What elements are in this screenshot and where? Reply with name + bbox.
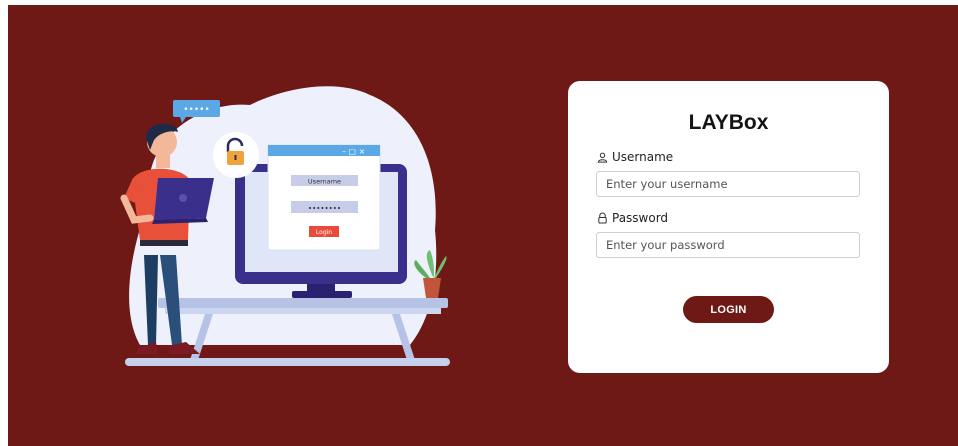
- user-icon: [597, 152, 608, 163]
- lock-outline-icon: [598, 212, 607, 224]
- app-title: LAYBox: [688, 111, 769, 134]
- floor-line: [125, 358, 450, 366]
- window-controls: – ▢ ×: [342, 147, 365, 156]
- password-label: Password: [612, 211, 669, 225]
- login-illustration: – ▢ × Username •••••••• Login •••••: [120, 86, 450, 366]
- username-input[interactable]: [596, 171, 860, 197]
- username-label: Username: [612, 150, 674, 164]
- username-label-row: Username: [597, 150, 673, 164]
- password-label-row: Password: [597, 211, 668, 225]
- speech-bubble-dots: •••••: [183, 105, 210, 115]
- desk-top: [158, 298, 448, 308]
- login-button[interactable]: LOGIN: [683, 296, 774, 323]
- svg-text:Login: Login: [316, 229, 332, 236]
- screen-username-label: Username: [308, 178, 341, 186]
- password-input[interactable]: [596, 232, 860, 258]
- screen-password-mask: ••••••••: [308, 205, 341, 213]
- login-card: LAYBox Username Password LOGIN: [568, 81, 889, 373]
- laptop-icon: [152, 178, 214, 224]
